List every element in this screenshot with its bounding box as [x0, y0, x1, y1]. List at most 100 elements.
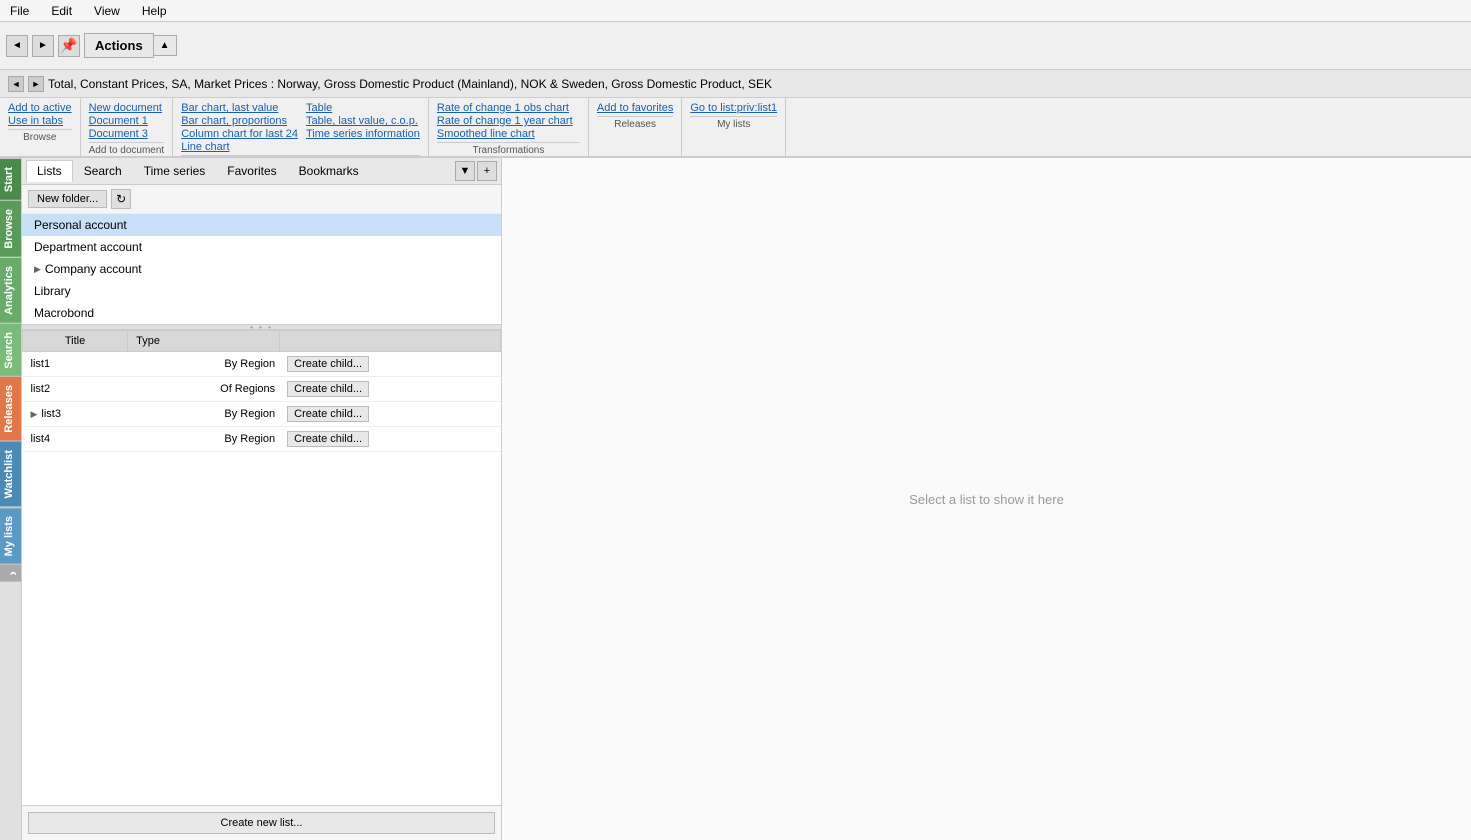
main-container: Start Browse Analytics Search Releases W… [0, 158, 1471, 840]
tab-time-series[interactable]: Time series [133, 160, 217, 182]
ribbon-bar-chart-prop[interactable]: Bar chart, proportions [181, 115, 298, 127]
ribbon-table[interactable]: Table [306, 102, 420, 114]
right-panel: Select a list to show it here [502, 158, 1471, 840]
row-type: By Region [128, 427, 280, 452]
tree-item-library[interactable]: Library [22, 280, 501, 302]
menu-view[interactable]: View [90, 2, 124, 20]
sidebar-tab-releases[interactable]: Releases [0, 376, 21, 441]
ribbon-use-in-tabs[interactable]: Use in tabs [8, 115, 72, 127]
ribbon-presentation: Bar chart, last value Bar chart, proport… [173, 98, 429, 156]
left-sidebar: Start Browse Analytics Search Releases W… [0, 158, 22, 840]
breadcrumb: ◄ ► Total, Constant Prices, SA, Market P… [0, 70, 1471, 98]
tree-item-company[interactable]: ▶ Company account [22, 258, 501, 280]
tab-favorites[interactable]: Favorites [216, 160, 287, 182]
table-row: list2 Of Regions Create child... [23, 377, 501, 402]
create-child-btn-2[interactable]: Create child... [287, 381, 369, 397]
breadcrumb-back[interactable]: ◄ [8, 76, 24, 92]
col-action [279, 331, 500, 352]
tree-item-label: Personal account [34, 218, 127, 232]
ribbon-my-lists: Go to list:priv:list1 My lists [682, 98, 786, 156]
create-new-list-button[interactable]: Create new list... [28, 812, 495, 834]
actions-button[interactable]: Actions [84, 33, 154, 58]
folder-tree: Personal account Department account ▶ Co… [22, 214, 501, 324]
sidebar-tab-start[interactable]: Start [0, 158, 21, 200]
refresh-button[interactable]: ↻ [111, 189, 131, 209]
ribbon-document-3[interactable]: Document 3 [89, 128, 165, 140]
tree-item-personal[interactable]: Personal account [22, 214, 501, 236]
tab-add-button[interactable]: + [477, 161, 497, 181]
ribbon-line-chart[interactable]: Line chart [181, 141, 298, 153]
sidebar-tab-search[interactable]: Search [0, 323, 21, 377]
panel-container: Lists Search Time series Favorites Bookm… [22, 158, 1471, 840]
ribbon-browse-title: Browse [8, 129, 72, 143]
row-type: By Region [128, 352, 280, 377]
sidebar-tab-expand[interactable]: › [0, 564, 21, 582]
ribbon-new-document[interactable]: New document [89, 102, 165, 114]
row-action: Create child... [279, 377, 500, 402]
sidebar-tab-browse[interactable]: Browse [0, 200, 21, 257]
tab-bookmarks[interactable]: Bookmarks [288, 160, 370, 182]
sidebar-tab-watchlist[interactable]: Watchlist [0, 441, 21, 507]
tree-item-label: Library [34, 284, 71, 298]
ribbon-transformations-title: Transformations [437, 142, 580, 156]
actions-dropdown-button[interactable]: ▲ [154, 35, 177, 56]
row-type: By Region [128, 402, 280, 427]
new-folder-button[interactable]: New folder... [28, 190, 107, 208]
ribbon-go-to-list[interactable]: Go to list:priv:list1 [690, 102, 777, 114]
ribbon-document-1[interactable]: Document 1 [89, 115, 165, 127]
tree-item-department[interactable]: Department account [22, 236, 501, 258]
ribbon-rate-1obs[interactable]: Rate of change 1 obs chart [437, 102, 580, 114]
tabs-row: Lists Search Time series Favorites Bookm… [22, 158, 501, 185]
row-title: list2 [23, 377, 128, 402]
ribbon-rate-1year[interactable]: Rate of change 1 year chart [437, 115, 580, 127]
ribbon-add-to-active[interactable]: Add to active [8, 102, 72, 114]
toolbar: ◄ ► 📌 Actions ▲ [0, 22, 1471, 70]
ribbon-add-to-document: New document Document 1 Document 3 Add t… [81, 98, 174, 156]
ribbon-browse: Add to active Use in tabs Browse [0, 98, 81, 156]
menu-file[interactable]: File [6, 2, 33, 20]
ribbon-transformations: Rate of change 1 obs chart Rate of chang… [429, 98, 589, 156]
table-row: ▶list3 By Region Create child... [23, 402, 501, 427]
row-title: list1 [23, 352, 128, 377]
ribbon-timeseries-info[interactable]: Time series information [306, 128, 420, 140]
sidebar-tab-analytics[interactable]: Analytics [0, 257, 21, 323]
ribbon-releases-title: Releases [597, 116, 673, 130]
create-child-btn-4[interactable]: Create child... [287, 431, 369, 447]
menu-edit[interactable]: Edit [47, 2, 76, 20]
tab-dropdown-button[interactable]: ▼ [455, 161, 475, 181]
left-panel: Lists Search Time series Favorites Bookm… [22, 158, 502, 840]
row-action: Create child... [279, 427, 500, 452]
tab-search[interactable]: Search [73, 160, 133, 182]
menu-bar: File Edit View Help [0, 0, 1471, 22]
ribbon-column-chart[interactable]: Column chart for last 24 [181, 128, 298, 140]
tree-item-label: Macrobond [34, 306, 94, 320]
expand-arrow-icon: ▶ [34, 264, 41, 275]
ribbon-smoothed[interactable]: Smoothed line chart [437, 128, 580, 140]
list-table: Title Type list1 By Region Create child.… [22, 330, 501, 805]
tree-item-macrobond[interactable]: Macrobond [22, 302, 501, 324]
sidebar-tab-mylists[interactable]: My lists [0, 507, 21, 564]
actions-group: Actions ▲ [84, 33, 177, 58]
row-action: Create child... [279, 402, 500, 427]
folder-toolbar: New folder... ↻ [22, 185, 501, 214]
table-row: list1 By Region Create child... [23, 352, 501, 377]
ribbon-releases: Add to favorites Releases [589, 98, 682, 156]
breadcrumb-forward[interactable]: ► [28, 76, 44, 92]
ribbon-my-lists-title: My lists [690, 116, 777, 130]
ribbon-table-last[interactable]: Table, last value, c.o.p. [306, 115, 420, 127]
tab-lists[interactable]: Lists [26, 160, 73, 182]
ribbon-bar-chart-last[interactable]: Bar chart, last value [181, 102, 298, 114]
items-table: Title Type list1 By Region Create child.… [22, 330, 501, 452]
table-row: list4 By Region Create child... [23, 427, 501, 452]
col-type: Type [128, 331, 280, 352]
back-icon[interactable]: ◄ [6, 35, 28, 57]
create-child-btn-3[interactable]: Create child... [287, 406, 369, 422]
pin-icon[interactable]: 📌 [58, 35, 80, 57]
ribbon-add-favorites[interactable]: Add to favorites [597, 102, 673, 114]
menu-help[interactable]: Help [138, 2, 171, 20]
row-action: Create child... [279, 352, 500, 377]
create-child-btn-1[interactable]: Create child... [287, 356, 369, 372]
row-title: ▶list3 [23, 402, 128, 427]
forward-icon[interactable]: ► [32, 35, 54, 57]
right-panel-placeholder: Select a list to show it here [909, 492, 1064, 507]
